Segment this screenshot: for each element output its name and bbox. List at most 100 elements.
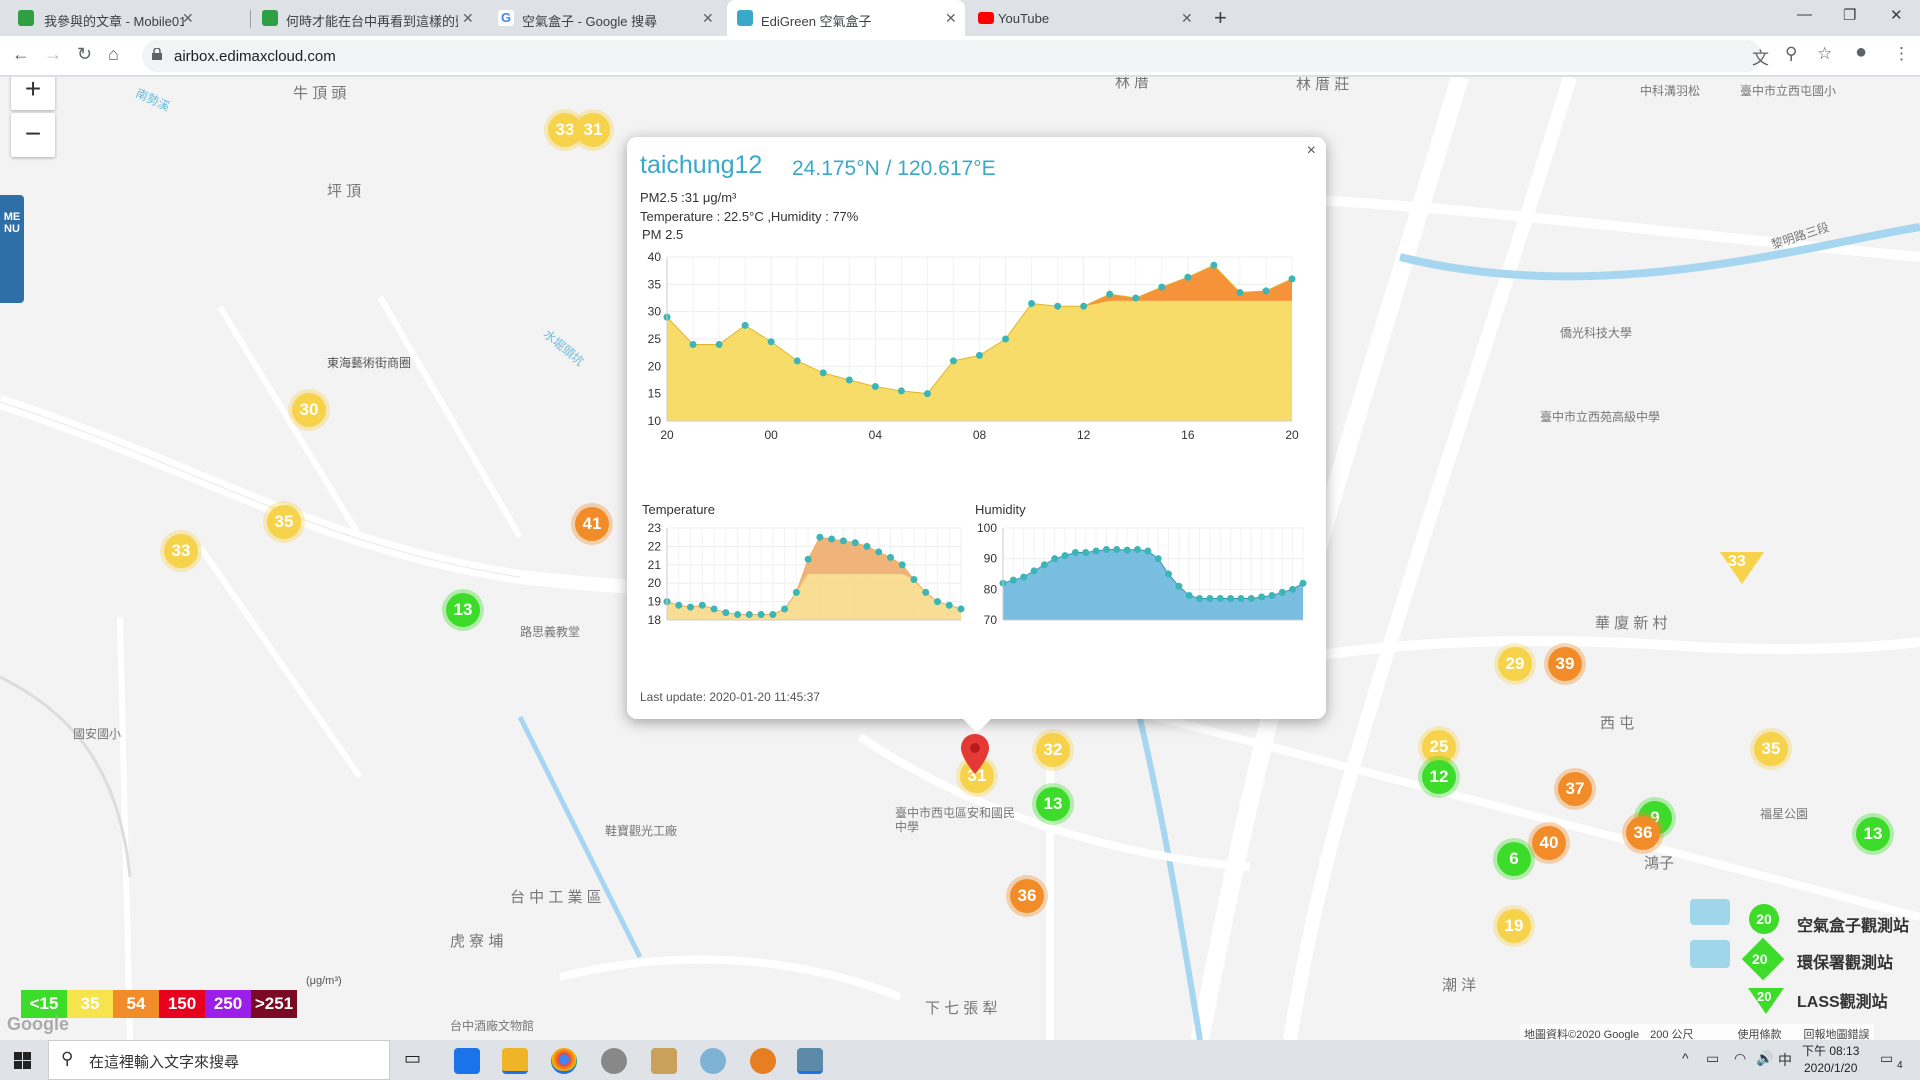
reload-button[interactable]: ↻ <box>77 44 92 65</box>
zoom-icon[interactable]: ⚲ <box>1785 44 1797 64</box>
airbox-marker[interactable]: 30 <box>292 393 326 427</box>
airbox-marker[interactable]: 19 <box>1497 909 1531 943</box>
airbox-legend-marker: 20 <box>1749 904 1779 934</box>
data-point <box>933 598 941 606</box>
airbox-marker[interactable]: 40 <box>1532 826 1566 860</box>
tab-label: YouTube <box>998 11 1050 26</box>
airbox-marker[interactable]: 41 <box>575 507 609 541</box>
data-point <box>675 601 683 609</box>
data-point <box>1009 576 1017 584</box>
tab-google-search[interactable]: G 空氣盒子 - Google 搜尋 ✕ <box>490 0 725 36</box>
zoom-in-button[interactable]: + <box>11 77 55 110</box>
close-icon[interactable]: ✕ <box>462 10 474 27</box>
app-icon[interactable] <box>651 1048 677 1074</box>
tray-expand-icon[interactable]: ^ <box>1682 1050 1689 1066</box>
airbox-marker[interactable]: 6 <box>1497 842 1531 876</box>
airbox-marker[interactable]: 25 <box>1422 730 1456 764</box>
tab-label: 我參與的文章 - Mobile01 <box>44 14 184 29</box>
airbox-marker[interactable]: 13 <box>1856 817 1890 851</box>
data-point <box>1002 335 1010 343</box>
blender-icon[interactable] <box>750 1048 776 1074</box>
temp-humidity-reading: Temperature : 22.5°C ,Humidity : 77% <box>640 209 859 224</box>
y-tick-label: 90 <box>984 552 998 566</box>
airbox-marker[interactable]: 13 <box>446 593 480 627</box>
airbox-marker[interactable]: 13 <box>1036 787 1070 821</box>
file-explorer-icon[interactable] <box>502 1048 528 1074</box>
x-tick-label: 12 <box>1077 428 1091 442</box>
close-icon[interactable]: ✕ <box>1181 10 1193 27</box>
volume-icon[interactable]: 🔊 <box>1756 1050 1773 1067</box>
forward-button[interactable]: → <box>44 44 62 65</box>
task-view-icon[interactable]: ▭ <box>404 1048 430 1074</box>
chrome-icon[interactable] <box>551 1048 577 1074</box>
airbox-marker[interactable]: 33 <box>164 534 198 568</box>
pm25-reading: PM2.5 :31 μg/m³ <box>640 190 737 205</box>
zoom-out-button[interactable]: − <box>11 113 55 157</box>
data-point <box>898 561 906 569</box>
y-tick-label: 15 <box>648 387 662 401</box>
data-point <box>1247 595 1255 603</box>
data-point <box>1196 595 1204 603</box>
data-point <box>1040 561 1048 569</box>
close-icon[interactable]: ✕ <box>945 10 957 27</box>
taskbar-search[interactable]: ⚲ 在這裡輸入文字來搜尋 <box>48 1040 390 1080</box>
tab-youtube[interactable]: YouTube ✕ <box>968 0 1200 36</box>
edge-icon[interactable] <box>454 1048 480 1074</box>
airbox-marker[interactable]: 12 <box>1422 760 1456 794</box>
scale-cell: 250 <box>205 990 251 1018</box>
app-icon[interactable] <box>797 1048 823 1074</box>
ime-indicator[interactable]: 中 <box>1778 1050 1792 1070</box>
tab-edigreen-airbox[interactable]: EdiGreen 空氣盒子 ✕ <box>727 0 965 36</box>
close-icon[interactable]: ✕ <box>702 10 714 27</box>
window-close-button[interactable]: ✕ <box>1890 6 1903 24</box>
close-icon[interactable]: ✕ <box>182 10 194 27</box>
more-menu-icon[interactable]: ⋮ <box>1893 44 1910 64</box>
data-point <box>1262 287 1270 295</box>
translate-icon[interactable]: 文 <box>1752 44 1769 69</box>
data-point <box>734 610 742 618</box>
airbox-marker[interactable]: 39 <box>1548 647 1582 681</box>
data-point <box>949 357 957 365</box>
app-icon[interactable] <box>601 1048 627 1074</box>
y-tick-label: 19 <box>648 595 662 609</box>
maximize-button[interactable]: ❐ <box>1843 6 1856 24</box>
data-point <box>923 390 931 398</box>
new-tab-button[interactable]: + <box>1214 5 1227 31</box>
tray-network-icon[interactable]: ▭ <box>1706 1050 1719 1067</box>
map-label: 華 廈 新 村 <box>1595 615 1668 632</box>
tab-mobile01-article[interactable]: 我參與的文章 - Mobile01 ✕ <box>0 0 200 36</box>
airbox-marker[interactable]: 35 <box>267 505 301 539</box>
airbox-marker[interactable]: 29 <box>1498 647 1532 681</box>
system-clock[interactable]: 下午 08:13 2020/1/20 <box>1802 1043 1859 1077</box>
scale-cell: 35 <box>67 990 113 1018</box>
bookmark-star-icon[interactable]: ☆ <box>1817 44 1832 64</box>
data-point <box>1165 570 1173 578</box>
airbox-marker[interactable]: 32 <box>1036 733 1070 767</box>
wifi-icon[interactable]: ◠ <box>1734 1050 1746 1067</box>
airbox-marker[interactable]: 36 <box>1010 879 1044 913</box>
airbox-marker[interactable]: 31 <box>576 113 610 147</box>
home-button[interactable]: ⌂ <box>108 44 119 65</box>
menu-tab[interactable]: MENU <box>0 195 24 303</box>
profile-icon[interactable]: ● <box>1855 41 1867 64</box>
y-tick-label: 22 <box>648 539 662 553</box>
notification-icon[interactable]: ▭ <box>1880 1050 1893 1067</box>
app-icon[interactable] <box>700 1048 726 1074</box>
windows-start-icon[interactable] <box>14 1052 31 1069</box>
y-tick-label: 18 <box>648 613 662 627</box>
popup-pointer <box>963 719 991 733</box>
x-tick-label: 20 <box>660 428 674 442</box>
airbox-marker[interactable]: 37 <box>1558 772 1592 806</box>
airbox-marker[interactable]: 36 <box>1626 816 1660 850</box>
back-button[interactable]: ← <box>12 44 30 65</box>
x-tick-label: 08 <box>973 428 987 442</box>
tab-blue-sky-article[interactable]: 何時才能在台中再看到這樣的藍天 ✕ <box>250 0 485 36</box>
airbox-marker[interactable]: 35 <box>1754 732 1788 766</box>
minimize-button[interactable]: — <box>1797 6 1812 23</box>
popup-close-button[interactable]: × <box>1307 142 1316 160</box>
map-label: 台 中 工 業 區 <box>510 889 602 906</box>
address-bar[interactable]: airbox.edimaxcloud.com <box>142 40 1762 72</box>
temperature-chart-title: Temperature <box>642 502 715 517</box>
humidity-chart-title: Humidity <box>975 502 1026 517</box>
data-point <box>687 603 695 611</box>
